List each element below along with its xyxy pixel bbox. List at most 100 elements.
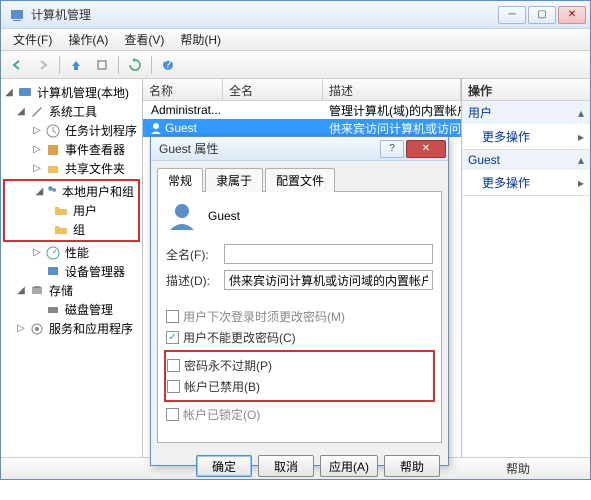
actions-more-users[interactable]: 更多操作 ▸ — [462, 124, 590, 149]
desc-input[interactable] — [224, 270, 433, 290]
event-icon — [45, 142, 61, 158]
performance-icon — [45, 245, 61, 261]
refresh-button[interactable] — [123, 54, 147, 76]
list-row-guest[interactable]: Guest 供来宾访问计算机或访问域的内 — [143, 119, 461, 137]
dialog-help-button[interactable]: ? — [380, 140, 404, 158]
clock-icon — [45, 123, 61, 139]
disk-icon — [45, 302, 61, 318]
tree-pane[interactable]: ◢ 计算机管理(本地) ◢ 系统工具 ▷ 任务计划程序 ▷ 事件查看器 ▷ — [1, 79, 143, 457]
dialog-tabs: 常规 隶属于 配置文件 — [151, 161, 448, 191]
window-title: 计算机管理 — [31, 6, 498, 23]
list-row-administrator[interactable]: Administrat... 管理计算机(域)的内置帐户 — [143, 101, 461, 119]
checkbox-disabled[interactable]: 帐户已禁用(B) — [167, 378, 432, 395]
share-icon — [45, 161, 61, 177]
toolbar-separator — [151, 56, 152, 74]
tree-node-event-viewer[interactable]: ▷ 事件查看器 — [1, 140, 142, 159]
tree-node-task-scheduler[interactable]: ▷ 任务计划程序 — [1, 121, 142, 140]
chevron-up-icon: ▴ — [578, 153, 584, 167]
properties-button[interactable] — [90, 54, 114, 76]
tree-node-services-apps[interactable]: ▷ 服务和应用程序 — [1, 319, 142, 338]
col-name[interactable]: 名称 — [143, 79, 223, 100]
menu-file[interactable]: 文件(F) — [5, 29, 60, 50]
forward-button[interactable] — [31, 54, 55, 76]
actions-section-users: 用户 ▴ 更多操作 ▸ — [462, 101, 590, 150]
help-button[interactable]: ? — [156, 54, 180, 76]
toolbar-separator — [59, 56, 60, 74]
tree-node-device-manager[interactable]: 设备管理器 — [1, 262, 142, 281]
tree-node-groups[interactable]: 组 — [5, 220, 138, 239]
toolbar: ? — [1, 51, 590, 79]
expand-icon[interactable]: ▷ — [15, 323, 27, 334]
expand-icon[interactable]: ▷ — [31, 247, 43, 258]
ok-button[interactable]: 确定 — [196, 455, 252, 477]
chevron-right-icon: ▸ — [578, 130, 584, 144]
titlebar: 计算机管理 ─ ▢ ✕ — [1, 1, 590, 29]
apply-button[interactable]: 应用(A) — [320, 455, 378, 477]
actions-more-guest[interactable]: 更多操作 ▸ — [462, 170, 590, 195]
tree-node-local-users-groups[interactable]: ◢ 本地用户和组 — [5, 182, 138, 201]
tree-node-storage[interactable]: ◢ 存储 — [1, 281, 142, 300]
folder-icon — [53, 222, 69, 238]
actions-pane: 操作 用户 ▴ 更多操作 ▸ Guest ▴ 更多操作 ▸ — [462, 79, 590, 457]
expand-icon[interactable]: ▷ — [31, 125, 43, 136]
properties-dialog: Guest 属性 ? ✕ 常规 隶属于 配置文件 Guest 全名(F): 描述… — [150, 136, 449, 466]
status-help: 帮助 — [506, 460, 530, 477]
actions-header: 操作 — [462, 79, 590, 101]
maximize-button[interactable]: ▢ — [528, 6, 556, 24]
menu-view[interactable]: 查看(V) — [116, 29, 172, 50]
tree-node-system-tools[interactable]: ◢ 系统工具 — [1, 102, 142, 121]
actions-section-title-guest[interactable]: Guest ▴ — [462, 150, 590, 170]
tree-node-users[interactable]: 用户 — [5, 201, 138, 220]
collapse-icon[interactable]: ◢ — [15, 285, 27, 296]
storage-icon — [29, 283, 45, 299]
list-header: 名称 全名 描述 — [143, 79, 461, 101]
tree-node-shared-folders[interactable]: ▷ 共享文件夹 — [1, 159, 142, 178]
fullname-label: 全名(F): — [166, 246, 218, 263]
collapse-icon[interactable]: ◢ — [35, 186, 44, 197]
chevron-right-icon: ▸ — [578, 176, 584, 190]
cancel-button[interactable]: 取消 — [258, 455, 314, 477]
tree-node-performance[interactable]: ▷ 性能 — [1, 243, 142, 262]
col-fullname[interactable]: 全名 — [223, 79, 323, 100]
actions-section-title-users[interactable]: 用户 ▴ — [462, 101, 590, 124]
tree-node-root[interactable]: ◢ 计算机管理(本地) — [1, 83, 142, 102]
computer-icon — [17, 85, 33, 101]
dialog-username: Guest — [208, 209, 240, 223]
actions-section-guest: Guest ▴ 更多操作 ▸ — [462, 150, 590, 196]
close-button[interactable]: ✕ — [558, 6, 586, 24]
user-icon — [149, 121, 163, 135]
checkbox-icon — [167, 380, 180, 393]
checkbox-icon — [166, 408, 179, 421]
toolbar-separator — [118, 56, 119, 74]
checkbox-cannot-change[interactable]: 用户不能更改密码(C) — [166, 329, 433, 346]
dialog-buttons: 确定 取消 应用(A) 帮助 — [151, 449, 448, 483]
back-button[interactable] — [5, 54, 29, 76]
highlight-checkboxes: 密码永不过期(P) 帐户已禁用(B) — [164, 350, 435, 402]
checkbox-never-expire[interactable]: 密码永不过期(P) — [167, 357, 432, 374]
help-button[interactable]: 帮助 — [384, 455, 440, 477]
tab-general[interactable]: 常规 — [157, 168, 203, 192]
dialog-close-button[interactable]: ✕ — [406, 140, 446, 158]
menu-help[interactable]: 帮助(H) — [172, 29, 229, 50]
expand-icon[interactable]: ▷ — [31, 163, 43, 174]
up-button[interactable] — [64, 54, 88, 76]
fullname-input[interactable] — [224, 244, 433, 264]
minimize-button[interactable]: ─ — [498, 6, 526, 24]
users-icon — [46, 184, 58, 200]
collapse-icon[interactable]: ◢ — [15, 106, 27, 117]
collapse-icon[interactable]: ◢ — [3, 87, 15, 98]
tree-node-disk-management[interactable]: 磁盘管理 — [1, 300, 142, 319]
highlight-local-users: ◢ 本地用户和组 用户 组 — [3, 179, 140, 242]
chevron-up-icon: ▴ — [578, 106, 584, 120]
tab-memberof[interactable]: 隶属于 — [205, 168, 263, 192]
checkbox-must-change: 用户下次登录时须更改密码(M) — [166, 308, 433, 325]
dialog-titlebar: Guest 属性 ? ✕ — [151, 137, 448, 161]
expand-icon[interactable]: ▷ — [31, 144, 43, 155]
folder-icon — [53, 203, 69, 219]
menubar: 文件(F) 操作(A) 查看(V) 帮助(H) — [1, 29, 590, 51]
svg-text:?: ? — [165, 58, 172, 71]
tab-profile[interactable]: 配置文件 — [265, 168, 335, 192]
checkbox-icon — [166, 331, 179, 344]
col-desc[interactable]: 描述 — [323, 79, 461, 100]
menu-action[interactable]: 操作(A) — [60, 29, 116, 50]
